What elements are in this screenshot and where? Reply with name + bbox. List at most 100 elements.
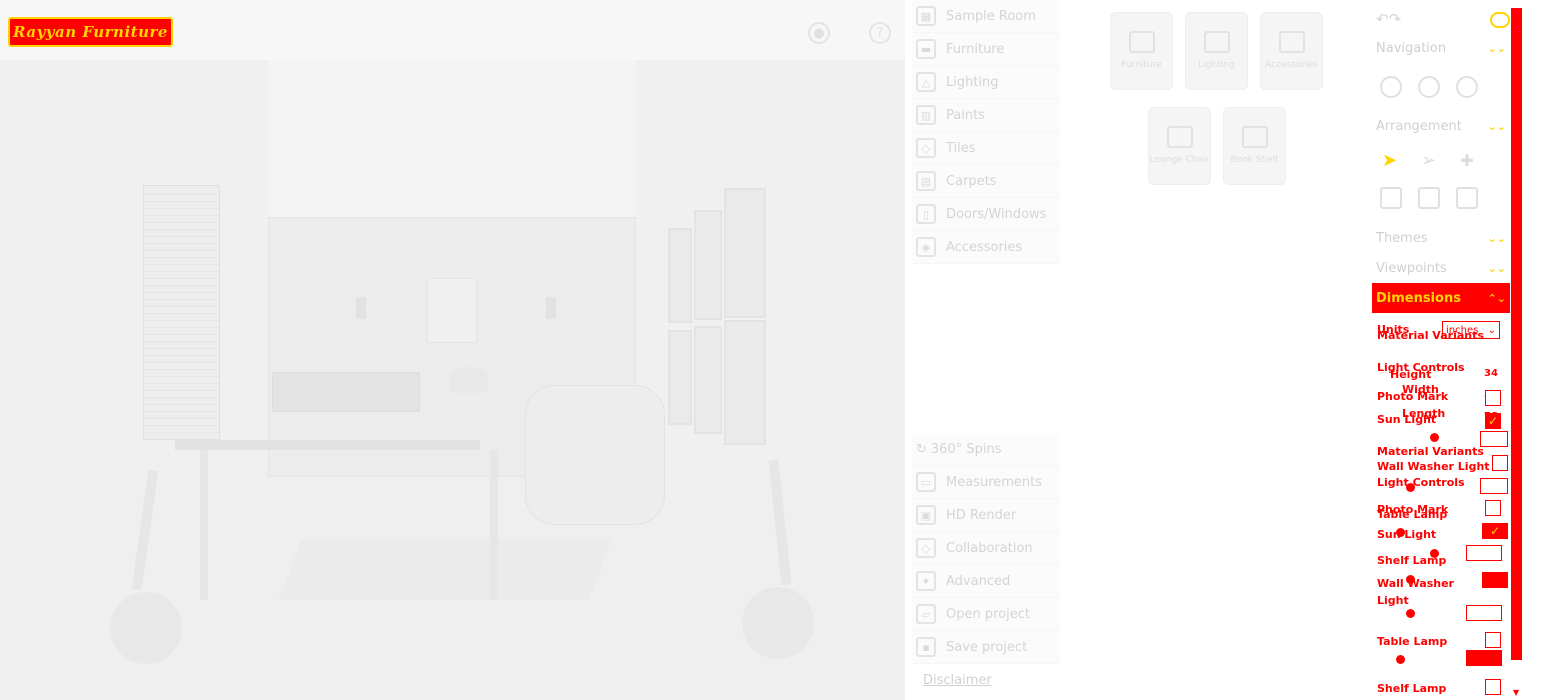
tools-menu: ↻ 360° Spins ▭ Measurements ▣ HD Render ◇ Co… [912, 433, 1060, 664]
tiles-icon: ◇ [916, 138, 936, 158]
section-viewpoints[interactable]: Viewpoints ⌄⌄ [1372, 253, 1510, 283]
catalog-item-sample-room[interactable]: ▦ Sample Room [912, 0, 1060, 33]
scroll-down-arrow-icon[interactable]: ▼ [1513, 688, 1519, 697]
category-card-accessories[interactable]: Accessories [1260, 12, 1323, 90]
paint-icon: ▥ [916, 105, 936, 125]
value-box[interactable] [1466, 605, 1502, 621]
section-label: Viewpoints [1376, 260, 1447, 276]
rotate-icon: ↻ [916, 441, 927, 457]
catalog-item-doors-windows[interactable]: ▯ Doors/Windows [912, 198, 1060, 231]
slider-handle[interactable] [1406, 609, 1415, 618]
picture-frame [724, 188, 766, 318]
brand-logo[interactable]: Rayyan Furniture [8, 17, 173, 47]
select-cursor-icon[interactable]: ➤ [1382, 150, 1397, 171]
category-card-book-shelf[interactable]: Book Shelf [1223, 107, 1286, 185]
pan-hand-icon[interactable] [1418, 76, 1440, 98]
catalog-item-label: Sample Room [946, 8, 1036, 24]
wall-washer-label: Wall Washer Light [1377, 577, 1454, 607]
shelf-icon [1241, 126, 1268, 148]
zoom-icon[interactable] [1380, 76, 1402, 98]
lounge-chair[interactable] [525, 385, 665, 525]
height-label: Height [1390, 368, 1432, 381]
chevron-up-icon: ⌃⌄ [1487, 291, 1506, 305]
chevron-down-icon: ⌄⌄ [1487, 261, 1506, 275]
dimensions-content: Units Material Variants inches ⌄ Light Co… [1372, 313, 1510, 698]
section-dimensions[interactable]: Dimensions ⌃⌄ [1372, 283, 1510, 313]
lamp-icon: △ [916, 72, 936, 92]
category-card-furniture[interactable]: Furniture [1110, 12, 1173, 90]
photo-mark-checkbox[interactable] [1485, 390, 1501, 406]
rotate-360-icon[interactable] [1456, 76, 1478, 98]
slider-handle[interactable] [1396, 655, 1405, 664]
sofa-icon: ▬ [916, 39, 936, 59]
tool-measurements[interactable]: ▭ Measurements [912, 466, 1060, 499]
tool-label: Open project [946, 606, 1030, 622]
category-card-label: Accessories [1265, 60, 1318, 70]
sun-light-label: Sun Light [1377, 528, 1437, 541]
tool-advanced[interactable]: ✦ Advanced [912, 565, 1060, 598]
value-box[interactable] [1466, 545, 1502, 561]
sun-light-checkbox[interactable]: ✓ [1485, 413, 1501, 429]
catalog-item-paints[interactable]: ▥ Paints [912, 99, 1060, 132]
section-navigation[interactable]: Navigation ⌄⌄ [1372, 33, 1510, 63]
resize-icon[interactable] [1418, 187, 1440, 209]
section-themes[interactable]: Themes ⌄⌄ [1372, 223, 1510, 253]
slider-handle[interactable] [1406, 483, 1415, 492]
section-arrangement[interactable]: Arrangement ⌄⌄ [1372, 111, 1510, 141]
sun-light-checkbox[interactable]: ✓ [1482, 523, 1508, 539]
trash-icon[interactable] [1456, 187, 1478, 209]
toggle-icon[interactable]: ● [808, 22, 830, 44]
table-lamp-label: Table Lamp [1377, 635, 1448, 648]
category-card-lounge-chair[interactable]: Lounge Chair [1148, 107, 1211, 185]
slider-handle[interactable] [1406, 575, 1415, 584]
duplicate-icon[interactable] [1380, 187, 1402, 209]
plant-vase[interactable] [742, 587, 814, 659]
catalog-item-carpets[interactable]: ▤ Carpets [912, 165, 1060, 198]
catalog-item-accessories[interactable]: ◈ Accessories [912, 231, 1060, 264]
value-box[interactable] [1482, 572, 1508, 588]
section-label: Themes [1376, 230, 1428, 246]
value-box[interactable] [1480, 478, 1508, 494]
image-icon: ▣ [916, 505, 936, 525]
panel-scrollbar[interactable] [1511, 8, 1522, 660]
height-value[interactable]: 34 [1484, 368, 1498, 379]
plant-vase[interactable] [110, 592, 182, 664]
tool-open-project[interactable]: ▱ Open project [912, 598, 1060, 631]
tool-hd-render[interactable]: ▣ HD Render [912, 499, 1060, 532]
table-lamp-label: Table Lamp [1377, 508, 1448, 521]
desk-monitors[interactable] [272, 372, 420, 412]
help-icon[interactable]: ? [869, 22, 891, 44]
units-select[interactable]: inches ⌄ [1442, 321, 1500, 339]
move-cursor-icon[interactable]: ➢ [1421, 150, 1436, 171]
tool-save-project[interactable]: ▪ Save project [912, 631, 1060, 664]
desk[interactable] [175, 440, 480, 450]
wall-sconce [546, 297, 556, 319]
catalog-item-lighting[interactable]: △ Lighting [912, 66, 1060, 99]
value-box[interactable] [1466, 650, 1502, 666]
tool-collaboration[interactable]: ◇ Collaboration [912, 532, 1060, 565]
catalog-item-tiles[interactable]: ◇ Tiles [912, 132, 1060, 165]
category-card-lighting[interactable]: Lighting [1185, 12, 1248, 90]
catalog-item-furniture[interactable]: ▬ Furniture [912, 33, 1060, 66]
category-card-label: Furniture [1121, 60, 1162, 70]
table-lamp-checkbox[interactable] [1485, 632, 1501, 648]
floor-rug [279, 540, 611, 600]
value-box[interactable] [1480, 431, 1508, 447]
tool-label: Collaboration [946, 540, 1033, 556]
table-lamp[interactable] [450, 367, 488, 393]
tool-360-spins[interactable]: ↻ 360° Spins [912, 433, 1060, 466]
slider-handle[interactable] [1430, 433, 1439, 442]
wall-washer-checkbox[interactable] [1492, 455, 1508, 471]
picture-frame [694, 210, 722, 320]
catalog-item-label: Accessories [946, 239, 1023, 255]
window-blinds [143, 185, 220, 440]
disclaimer-link[interactable]: Disclaimer [923, 673, 992, 688]
slider-handle[interactable] [1430, 549, 1439, 558]
tool-label: HD Render [946, 507, 1017, 523]
arrangement-tools-2 [1372, 179, 1510, 217]
room-viewer[interactable]: Rayyan Furniture ● ? [0, 0, 905, 700]
table-lamp-checkbox[interactable] [1485, 500, 1501, 516]
axis-icon[interactable]: ✚ [1460, 151, 1473, 170]
shelf-lamp-checkbox[interactable] [1485, 679, 1501, 695]
chevron-down-icon: ⌄ [1487, 324, 1496, 336]
